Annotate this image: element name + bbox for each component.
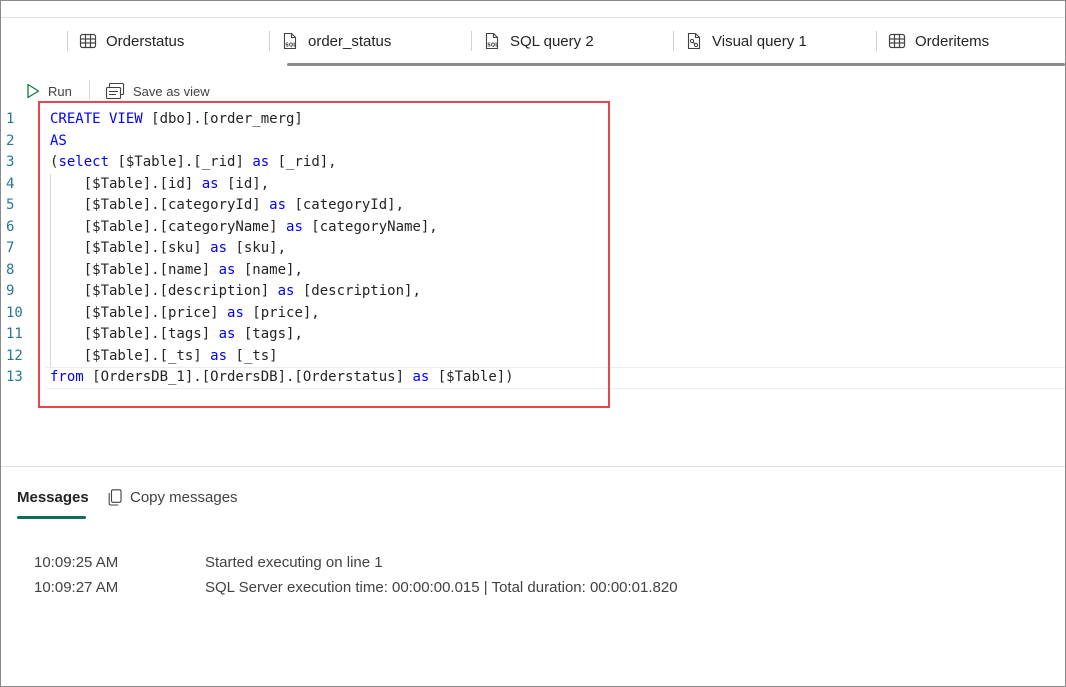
- message-time: 10:09:27 AM: [34, 579, 119, 596]
- query-editor-window: Orderstatus SQL order_status SQL SQL que…: [0, 0, 1066, 687]
- run-label: Run: [48, 83, 72, 99]
- tab-label: Orderitems: [915, 32, 990, 50]
- sql-file-icon: SQL: [485, 32, 499, 50]
- save-as-view-label: Save as view: [133, 83, 210, 99]
- line-number: 7: [6, 240, 15, 256]
- line-number: 11: [6, 326, 23, 342]
- tab-order-status[interactable]: SQL order_status: [281, 18, 391, 64]
- tab-scrollbar[interactable]: [287, 63, 1065, 66]
- line-number: 12: [6, 347, 23, 364]
- tab-orderitems[interactable]: Orderitems: [888, 18, 989, 64]
- message-text: SQL Server execution time: 00:00:00.015 …: [205, 579, 678, 596]
- svg-text:SQL: SQL: [285, 43, 297, 49]
- tab-separator: [269, 31, 270, 51]
- line-number: 9: [6, 283, 15, 299]
- copy-messages-button[interactable]: Copy messages: [108, 487, 238, 507]
- messages-tab-label: Messages: [17, 488, 89, 506]
- message-time: 10:09:25 AM: [34, 554, 119, 571]
- line-number: 10: [6, 304, 23, 321]
- copy-messages-label: Copy messages: [130, 488, 238, 506]
- tab-visual-query-1[interactable]: Visual query 1: [685, 18, 807, 64]
- svg-text:SQL: SQL: [487, 43, 499, 49]
- tab-messages[interactable]: Messages: [17, 487, 89, 507]
- tab-separator: [471, 31, 472, 51]
- tab-label: order_status: [308, 32, 392, 50]
- visual-query-icon: [687, 32, 701, 50]
- message-row: 10:09:27 AM SQL Server execution time: 0…: [1, 579, 1065, 601]
- copy-icon: [108, 488, 122, 506]
- tab-bar: Orderstatus SQL order_status SQL SQL que…: [1, 18, 1065, 66]
- tab-sql-query-2[interactable]: SQL SQL query 2: [483, 18, 594, 64]
- line-number: 13: [6, 369, 23, 385]
- tab-orderstatus[interactable]: Orderstatus: [79, 18, 184, 64]
- line-number: 8: [6, 261, 15, 278]
- pane-divider: [1, 466, 1065, 467]
- table-icon: [888, 33, 906, 49]
- line-number: 5: [6, 197, 15, 213]
- tab-separator: [67, 31, 68, 51]
- messages-tab-indicator: [17, 516, 86, 519]
- message-row: 10:09:25 AM Started executing on line 1: [1, 554, 1065, 576]
- line-number: 6: [6, 218, 15, 235]
- tab-label: Orderstatus: [106, 32, 185, 50]
- tab-label: Visual query 1: [712, 32, 807, 50]
- annotation-highlight-box: [38, 101, 610, 408]
- line-number: 4: [6, 175, 15, 192]
- message-text: Started executing on line 1: [205, 554, 383, 571]
- line-number: 1: [6, 111, 15, 127]
- line-number: 2: [6, 132, 15, 149]
- table-icon: [79, 33, 97, 49]
- save-as-view-icon: [105, 82, 125, 100]
- toolbar-divider: [89, 80, 90, 100]
- play-icon: [27, 83, 40, 99]
- sql-file-icon: SQL: [283, 32, 297, 50]
- tab-label: SQL query 2: [510, 32, 594, 50]
- tab-separator: [876, 31, 877, 51]
- tab-separator: [673, 31, 674, 51]
- line-number: 3: [6, 154, 15, 170]
